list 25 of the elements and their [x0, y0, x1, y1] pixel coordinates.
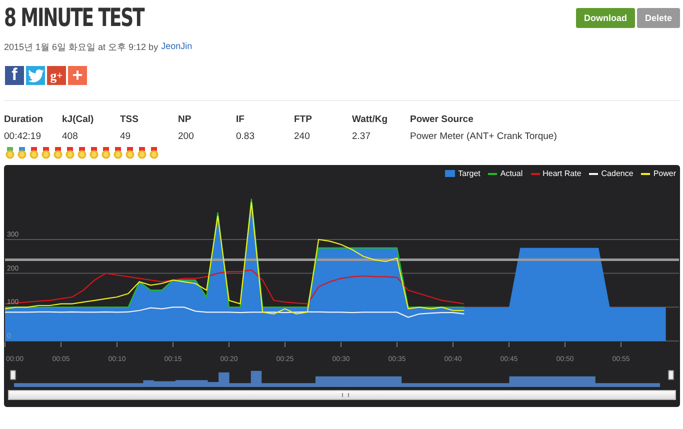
stat-label: kJ(Cal) [62, 114, 95, 125]
legend-item[interactable]: Power [641, 169, 676, 178]
facebook-share-button[interactable]: f [5, 66, 24, 85]
stat-value: 49 [120, 131, 132, 142]
post-date: 2015년 1월 6일 화요일 at 오후 9:12 by [4, 41, 158, 54]
legend-item[interactable]: Heart Rate [530, 169, 582, 178]
stat-label: NP [178, 114, 192, 125]
stat-value: 2.37 [352, 131, 372, 142]
legend-item[interactable]: Actual [488, 169, 523, 178]
stat-label: FTP [294, 114, 313, 125]
author-link[interactable]: JeonJin [161, 41, 192, 54]
stat-value: 0.83 [236, 131, 256, 142]
stat-label: TSS [120, 114, 140, 125]
stat-value: 00:42:19 [4, 131, 42, 142]
legend-item[interactable]: Cadence [589, 169, 634, 178]
page-title: 8 MINUTE TEST [4, 2, 144, 34]
stat-value: 200 [178, 131, 195, 142]
stat-label: IF [236, 114, 246, 125]
stat-value: 240 [294, 131, 311, 142]
legend-item[interactable]: Target [445, 169, 480, 178]
stat-label: Duration [4, 114, 44, 125]
stat-label: Power Source [410, 114, 474, 125]
stat-value: 408 [62, 131, 79, 142]
stat-label: Watt/Kg [352, 114, 389, 125]
stat-value: Power Meter (ANT+ Crank Torque) [410, 131, 557, 142]
